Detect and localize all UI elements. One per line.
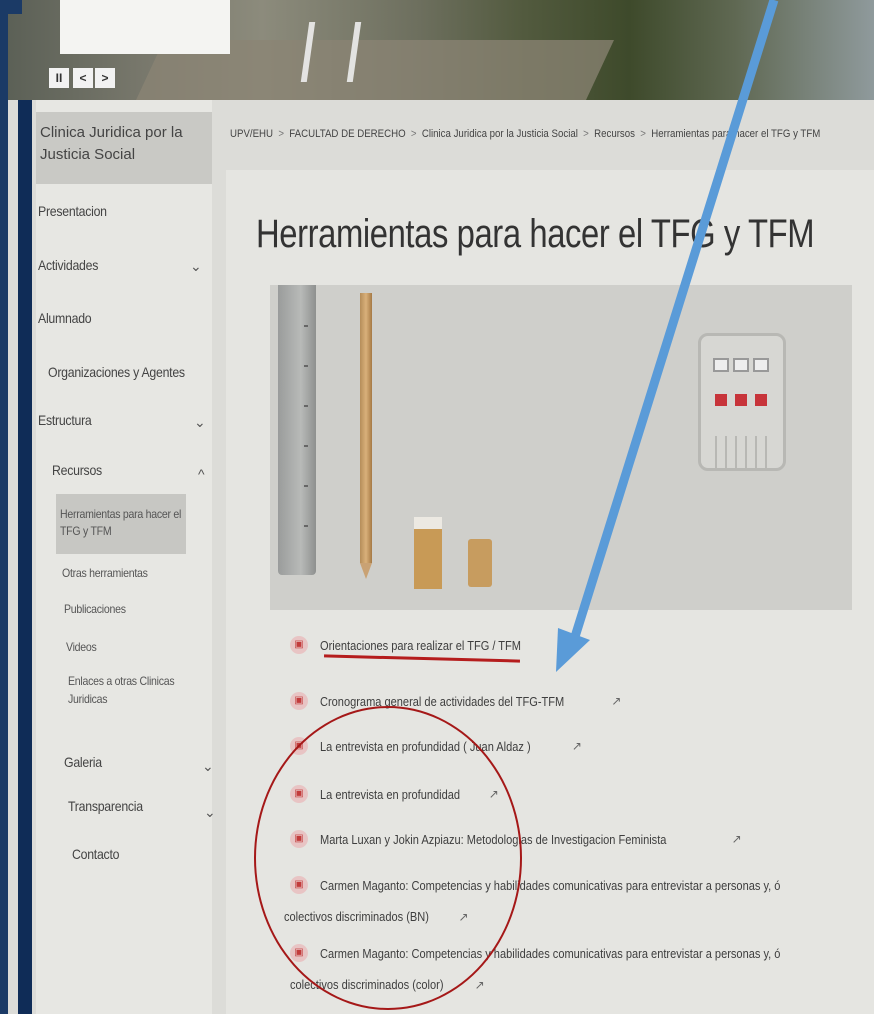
external-link-icon: ↗ (571, 739, 582, 754)
pdf-icon: ▣ (290, 692, 308, 710)
pencil-tip (360, 563, 372, 579)
breadcrumb-item[interactable]: UPV/EHU (230, 128, 273, 140)
breadcrumb-current: Herramientas para hacer el TFG y TFM (651, 128, 821, 140)
pause-icon[interactable]: II (49, 68, 69, 88)
pencil-icon (360, 293, 372, 563)
sharpener-icon (468, 539, 492, 587)
sidebar-subitem-publicaciones[interactable]: Publicaciones (64, 602, 126, 616)
document-link-label[interactable]: Cronograma general de actividades del TF… (320, 694, 564, 709)
document-link-label[interactable]: Orientaciones para realizar el TFG / TFM (320, 638, 521, 653)
chevron-left-icon[interactable]: < (73, 68, 93, 88)
sidebar-item-contacto[interactable]: Contacto (72, 846, 119, 862)
sidebar-subitem-videos[interactable]: Videos (66, 640, 97, 654)
hero-banner: II < > (0, 0, 874, 100)
chevron-right-icon[interactable]: > (95, 68, 115, 88)
sidebar-item-estructura[interactable]: Estructura (38, 412, 92, 428)
document-link[interactable]: ▣ Cronograma general de actividades del T… (290, 692, 621, 710)
external-link-icon: ↗ (731, 832, 742, 847)
external-link-icon: ↗ (560, 638, 571, 653)
sidebar-item-transparencia[interactable]: Transparencia (68, 798, 143, 814)
chevron-down-icon[interactable]: ⌄ (194, 414, 206, 431)
breadcrumb-item[interactable]: Clinica Juridica por la Justicia Social (422, 128, 578, 140)
breadcrumb: UPV/EHU > FACULTAD DE DERECHO > Clinica Juri… (230, 128, 820, 140)
chevron-down-icon[interactable]: ⌄ (204, 804, 216, 821)
page-title: Herramientas para hacer el TFG y TFM (256, 212, 815, 256)
chevron-down-icon[interactable]: ⌄ (202, 758, 214, 775)
clinic-logo-icon (698, 333, 786, 471)
frame-bar-top (0, 0, 22, 14)
hero-caption-box (60, 0, 230, 54)
frame-bar-left (0, 0, 8, 1014)
chevron-up-icon[interactable]: ^ (198, 466, 205, 482)
ruler-icon (278, 285, 316, 575)
breadcrumb-item[interactable]: FACULTAD DE DERECHO (289, 128, 405, 140)
sidebar-subitem-enlaces[interactable]: Enlaces a otras Clinicas Juridicas (68, 672, 200, 708)
breadcrumb-item[interactable]: Recursos (594, 128, 635, 140)
pdf-icon: ▣ (290, 636, 308, 654)
sidebar-item-recursos[interactable]: Recursos (52, 462, 102, 478)
frame-bar-inner (18, 100, 32, 1014)
document-link[interactable]: ▣ Orientaciones para realizar el TFG / TF… (290, 636, 571, 654)
chevron-right-icon: > (410, 128, 417, 140)
sidebar-subitem-herramientas[interactable]: Herramientas para hacer el TFG y TFM (60, 506, 192, 540)
chevron-down-icon[interactable]: ⌄ (190, 258, 202, 275)
sidebar-subitem-otras[interactable]: Otras herramientas (62, 566, 148, 580)
sidebar (36, 100, 212, 1014)
external-link-icon: ↗ (611, 694, 622, 709)
eraser-top (414, 517, 442, 529)
sidebar-title[interactable]: Clinica Juridica por la Justicia Social (36, 112, 212, 184)
sidebar-item-organizaciones[interactable]: Organizaciones y Agentes (48, 364, 185, 380)
hero-person (300, 22, 362, 82)
external-link-icon: ↗ (474, 978, 485, 992)
chevron-right-icon: > (278, 128, 284, 140)
chevron-right-icon: > (583, 128, 589, 140)
sidebar-item-actividades[interactable]: Actividades (38, 257, 98, 273)
annotation-circle (254, 706, 522, 1010)
sidebar-item-alumnado[interactable]: Alumnado (38, 310, 92, 326)
chevron-right-icon: > (640, 128, 646, 140)
sidebar-item-presentacion[interactable]: Presentacion (38, 203, 107, 219)
stationery-banner-image (270, 285, 852, 610)
sidebar-item-galeria[interactable]: Galeria (64, 754, 102, 770)
